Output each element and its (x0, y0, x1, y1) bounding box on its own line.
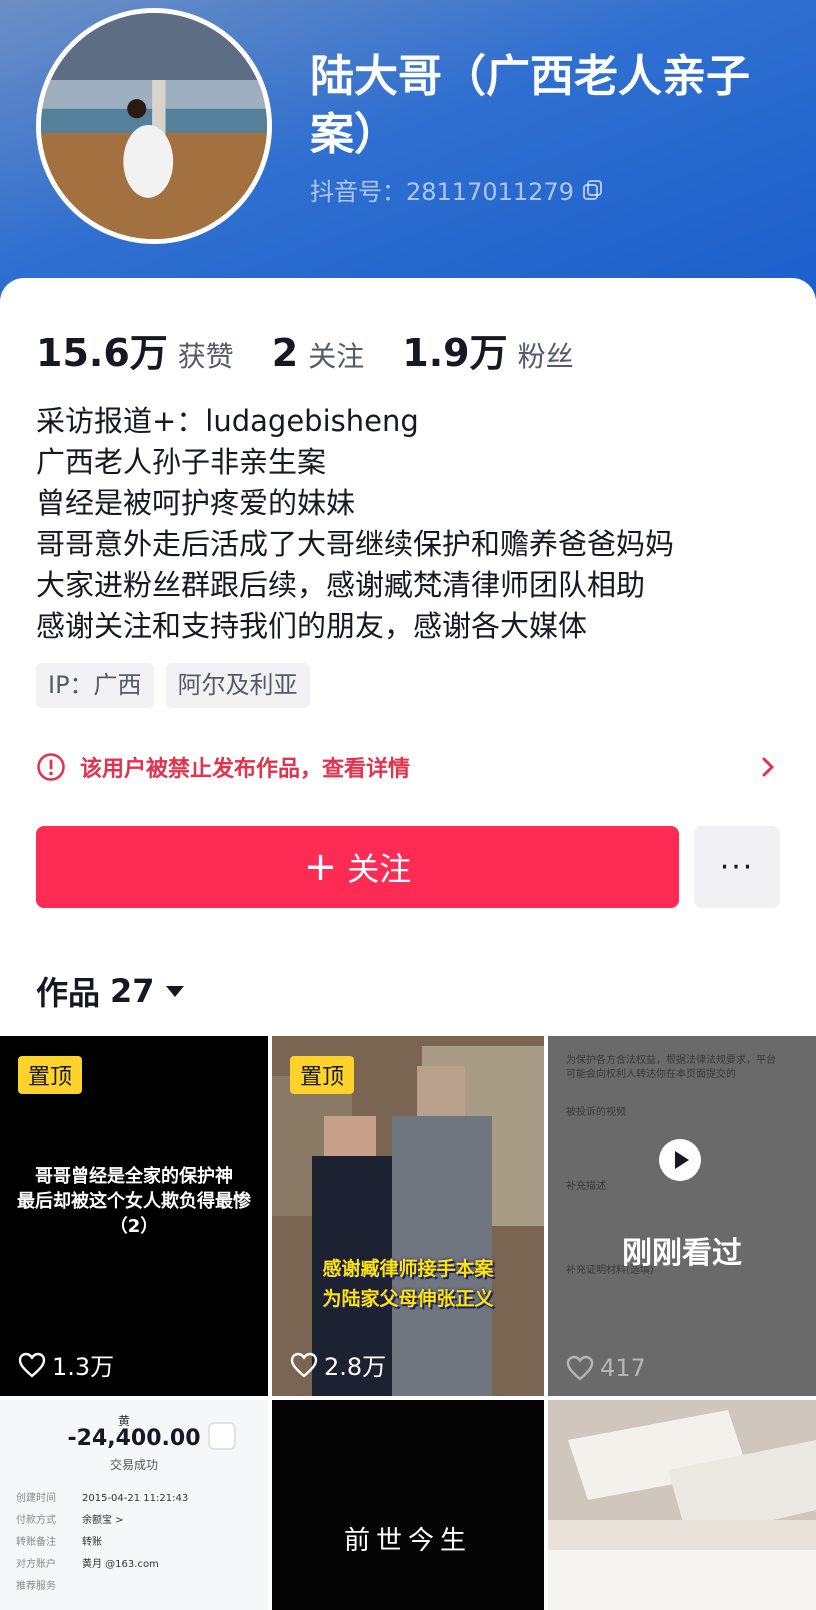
heart-icon (566, 1355, 594, 1381)
follow-button-label: 关注 (347, 850, 412, 888)
more-icon: ··· (719, 849, 755, 885)
heart-icon (18, 1352, 46, 1378)
cover-text-line: （2） (109, 1216, 159, 1237)
caret-down-icon (165, 986, 184, 997)
profile-header: 陆大哥（广西老人亲子案） 抖音号：28117011279 (0, 0, 816, 300)
watched-overlay (548, 1036, 816, 1396)
ban-notice-text: 该用户被禁止发布作品，查看详情 (80, 757, 411, 782)
alert-icon (37, 753, 65, 781)
video-cover-text: 前世今生 (343, 1526, 472, 1556)
video-tile[interactable]: 置顶 哥哥曾经是全家的保护神 最后却被这个女人欺负得最惨 （2） 1.3万 (0, 1036, 268, 1396)
bio-line: 广西老人孙子非亲生案 (36, 445, 327, 479)
cover-text-line: 哥哥曾经是全家的保护神 (35, 1166, 233, 1187)
video-likes: 1.3万 (18, 1347, 114, 1382)
video-tile[interactable]: 置顶 感谢臧律师接手本案 为陆家父母伸张正义 2.8万 (272, 1036, 544, 1396)
video-tile[interactable] (548, 1400, 816, 1610)
profile-nickname: 陆大哥（广西老人亲子案） (310, 51, 750, 160)
profile-tags: IP：广西 阿尔及利亚 (36, 663, 310, 708)
ban-notice[interactable]: 该用户被禁止发布作品，查看详情 (36, 745, 778, 789)
douyin-id[interactable]: 抖音号：28117011279 (310, 172, 604, 207)
cover-text-line: 感谢臧律师接手本案 (322, 1258, 494, 1280)
works-count: 27 (110, 972, 155, 1010)
video-likes: 2.8万 (290, 1347, 386, 1382)
receipt-row: 转账备注 转账 (16, 1537, 102, 1548)
play-icon (659, 1139, 701, 1181)
avatar-photo (41, 13, 267, 239)
stat-followers-label: 粉丝 (517, 340, 574, 373)
receipt-row: 推荐服务 (16, 1581, 56, 1592)
video-cover-text: 哥哥曾经是全家的保护神 最后却被这个女人欺负得最惨 （2） (0, 1164, 268, 1239)
video-tile[interactable]: 黄 -24,400.00 交易成功 创建时间 2015-04-21 11:21:4… (0, 1400, 268, 1610)
video-tile[interactable]: 为保护各方合法权益，根据法律法规要求，平台 可能会向权利人转达你在本页面提交的 … (548, 1036, 816, 1396)
video-cover-photo (548, 1400, 816, 1610)
stat-following-count: 2 (271, 331, 299, 375)
pinned-badge: 置顶 (18, 1056, 83, 1094)
chevron-right-icon (762, 757, 774, 777)
plus-icon: + (303, 844, 338, 890)
receipt-amount: -24,400.00 (67, 1426, 201, 1451)
likes-count: 1.3万 (52, 1353, 115, 1381)
receipt-row: 创建时间 2015-04-21 11:21:43 (16, 1493, 189, 1504)
copy-icon[interactable] (582, 179, 604, 201)
likes-count: 2.8万 (324, 1353, 387, 1381)
receipt-screenshot: 黄 -24,400.00 交易成功 创建时间 2015-04-21 11:21:4… (0, 1400, 268, 1610)
profile-bio: 采访报道+：ludagebisheng 广西老人孙子非亲生案 曾经是被呵护疼爱的… (36, 401, 796, 647)
video-grid: 置顶 哥哥曾经是全家的保护神 最后却被这个女人欺负得最惨 （2） 1.3万 置顶… (0, 1036, 816, 1610)
heart-icon (290, 1352, 318, 1378)
stat-following-label: 关注 (308, 340, 365, 373)
receipt-row: 对方账户 黄月 @163.com (16, 1559, 159, 1570)
bio-line: 采访报道+：ludagebisheng (36, 404, 419, 438)
works-label: 作品 (36, 974, 101, 1012)
more-options-button[interactable]: ··· (694, 826, 780, 908)
bio-line: 曾经是被呵护疼爱的妹妹 (36, 486, 356, 520)
stat-followers-count: 1.9万 (402, 331, 508, 375)
video-cover-text: 感谢臧律师接手本案 为陆家父母伸张正义 (292, 1254, 524, 1314)
bio-line: 大家进粉丝群跟后续，感谢臧梵清律师团队相助 (36, 568, 646, 602)
avatar[interactable] (36, 8, 272, 244)
video-likes: 417 (566, 1354, 646, 1382)
recently-watched-label: 刚刚看过 (622, 1236, 742, 1271)
stats-row: 15.6万 获赞 2 关注 1.9万 粉丝 (36, 322, 612, 377)
stat-followers[interactable]: 1.9万 粉丝 (402, 322, 573, 377)
bio-line: 感谢关注和支持我们的朋友，感谢各大媒体 (36, 609, 588, 643)
stat-following[interactable]: 2 关注 (272, 331, 364, 375)
receipt-row: 付款方式 余额宝 > (16, 1515, 124, 1526)
likes-count: 417 (600, 1354, 646, 1382)
pinned-badge: 置顶 (290, 1056, 355, 1094)
cover-text-line: 为陆家父母伸张正义 (322, 1288, 494, 1310)
stat-likes[interactable]: 15.6万 获赞 (36, 322, 234, 377)
country-tag: 阿尔及利亚 (165, 663, 310, 708)
works-tab[interactable]: 作品 27 (36, 968, 185, 1014)
follow-button[interactable]: + 关注 (36, 826, 679, 908)
ip-location-tag: IP：广西 (36, 663, 154, 708)
receipt-details: 创建时间 2015-04-21 11:21:43 付款方式 余额宝 > 转账备注 转账… (16, 1488, 256, 1598)
stat-likes-count: 15.6万 (36, 331, 168, 375)
douyin-id-text: 抖音号：28117011279 (310, 178, 574, 206)
stat-likes-label: 获赞 (177, 340, 234, 373)
bio-line: 哥哥意外走后活成了大哥继续保护和赡养爸爸妈妈 (36, 527, 675, 561)
cover-text-line: 最后却被这个女人欺负得最惨 (17, 1191, 251, 1212)
receipt-status: 交易成功 (109, 1458, 158, 1472)
video-tile[interactable]: 前世今生 (272, 1400, 544, 1610)
